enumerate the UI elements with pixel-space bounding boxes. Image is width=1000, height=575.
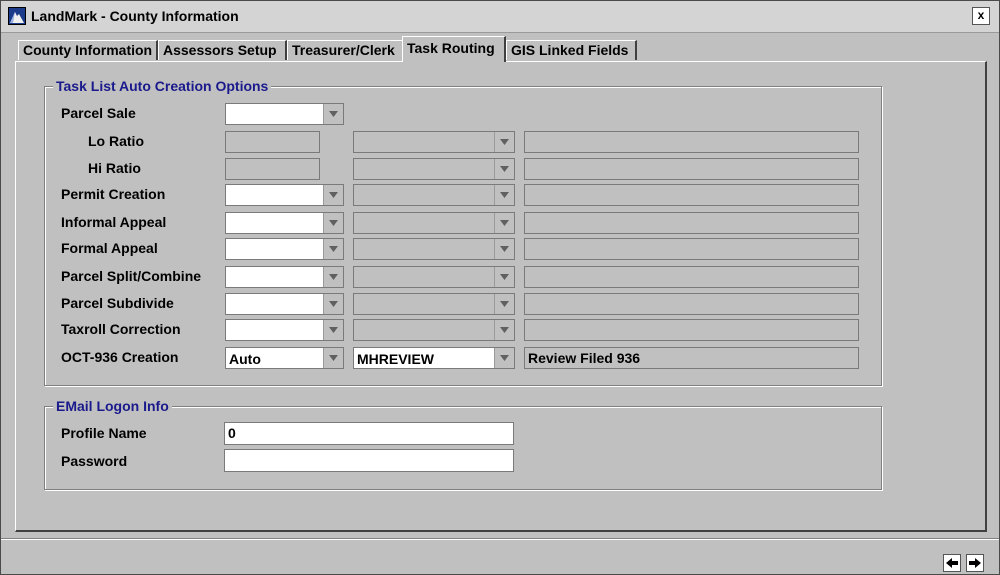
formal-appeal-type-select[interactable] <box>225 238 344 260</box>
lo-ratio-description <box>524 131 859 153</box>
tab-treasurer-clerk[interactable]: Treasurer/Clerk <box>287 40 404 60</box>
informal-appeal-queue-select <box>353 212 515 234</box>
oct-936-creation-queue-select[interactable]: MHREVIEW <box>353 347 515 369</box>
hi-ratio-label: Hi Ratio <box>88 160 141 176</box>
landmark-window: LandMark - County Information x County I… <box>0 0 1000 575</box>
next-record-button[interactable] <box>966 554 984 572</box>
lo-ratio-field <box>225 131 320 153</box>
parcel-sale-label: Parcel Sale <box>61 105 136 121</box>
informal-appeal-description <box>524 212 859 234</box>
parcel-subdivide-label: Parcel Subdivide <box>61 295 174 311</box>
parcel-split-combine-label: Parcel Split/Combine <box>61 268 202 284</box>
hi-ratio-queue-select <box>353 158 515 180</box>
chevron-down-icon <box>494 239 514 259</box>
title-bar: LandMark - County Information x <box>1 1 999 33</box>
previous-record-button[interactable] <box>943 554 961 572</box>
tab-task-routing[interactable]: Task Routing <box>402 36 506 62</box>
oct-936-creation-type-select[interactable]: Auto <box>225 347 344 369</box>
tab-county-information[interactable]: County Information <box>18 40 158 60</box>
password-input[interactable] <box>224 449 514 472</box>
permit-creation-queue-select <box>353 184 515 206</box>
email-logon-title: EMail Logon Info <box>53 398 172 414</box>
taxroll-correction-queue-select <box>353 319 515 341</box>
task-list-options-title: Task List Auto Creation Options <box>53 78 272 94</box>
chevron-down-icon <box>494 294 514 314</box>
chevron-down-icon[interactable] <box>323 348 343 368</box>
chevron-down-icon <box>494 185 514 205</box>
taxroll-correction-description <box>524 319 859 341</box>
oct-936-creation-queue-value: MHREVIEW <box>357 351 434 367</box>
profile-name-label: Profile Name <box>61 425 147 441</box>
chevron-down-icon[interactable] <box>494 348 514 368</box>
taxroll-correction-label: Taxroll Correction <box>61 321 181 337</box>
chevron-down-icon[interactable] <box>323 104 343 124</box>
tab-assessors-setup[interactable]: Assessors Setup <box>158 40 287 60</box>
landmark-app-icon <box>8 7 26 25</box>
password-label: Password <box>61 453 128 469</box>
permit-creation-type-select[interactable] <box>225 184 344 206</box>
close-button[interactable]: x <box>972 7 990 25</box>
parcel-subdivide-queue-select <box>353 293 515 315</box>
parcel-subdivide-description <box>524 293 859 315</box>
hi-ratio-field <box>225 158 320 180</box>
chevron-down-icon <box>494 320 514 340</box>
taxroll-correction-type-select[interactable] <box>225 319 344 341</box>
email-logon-group: EMail Logon Info <box>44 398 882 490</box>
chevron-down-icon <box>494 159 514 179</box>
profile-name-input[interactable]: 0 <box>224 422 514 445</box>
parcel-split-combine-type-select[interactable] <box>225 266 344 288</box>
chevron-down-icon[interactable] <box>323 239 343 259</box>
informal-appeal-type-select[interactable] <box>225 212 344 234</box>
chevron-down-icon[interactable] <box>323 213 343 233</box>
chevron-down-icon <box>494 267 514 287</box>
oct-936-creation-description: Review Filed 936 <box>524 347 859 369</box>
oct-936-creation-label: OCT-936 Creation <box>61 349 179 365</box>
chevron-down-icon <box>494 132 514 152</box>
informal-appeal-label: Informal Appeal <box>61 214 167 230</box>
formal-appeal-label: Formal Appeal <box>61 240 158 256</box>
parcel-sale-type-select[interactable] <box>225 103 344 125</box>
hi-ratio-description <box>524 158 859 180</box>
chevron-down-icon <box>494 213 514 233</box>
window-title: LandMark - County Information <box>31 8 239 24</box>
lo-ratio-label: Lo Ratio <box>88 133 144 149</box>
chevron-down-icon[interactable] <box>323 267 343 287</box>
tab-gis-linked-fields[interactable]: GIS Linked Fields <box>506 40 637 60</box>
permit-creation-label: Permit Creation <box>61 186 166 202</box>
chevron-down-icon[interactable] <box>323 185 343 205</box>
permit-creation-description <box>524 184 859 206</box>
parcel-split-combine-description <box>524 266 859 288</box>
chevron-down-icon[interactable] <box>323 320 343 340</box>
formal-appeal-queue-select <box>353 238 515 260</box>
lo-ratio-queue-select <box>353 131 515 153</box>
footer-divider <box>1 538 999 540</box>
formal-appeal-description <box>524 238 859 260</box>
parcel-subdivide-type-select[interactable] <box>225 293 344 315</box>
oct-936-creation-type-value: Auto <box>229 351 261 367</box>
chevron-down-icon[interactable] <box>323 294 343 314</box>
parcel-split-combine-queue-select <box>353 266 515 288</box>
